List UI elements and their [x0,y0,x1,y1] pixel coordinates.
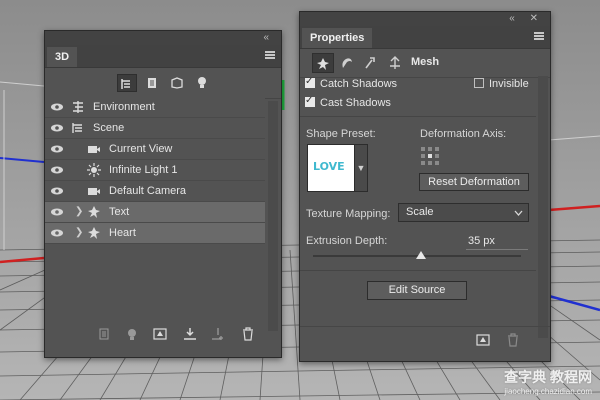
cast-shadows-checkbox[interactable]: Cast Shadows [305,93,391,111]
section-title-mesh: Mesh [411,56,440,68]
panel-menu-icon[interactable] [265,51,275,59]
panel-titlebar[interactable]: « [45,31,281,45]
shape-preset-dropdown[interactable]: ▼ [354,144,368,192]
deformation-axis-grid[interactable] [421,147,441,167]
chevron-down-icon: ▼ [356,163,366,173]
layer-row-environment[interactable]: Environment [45,97,265,118]
panel-tab-row: Properties [300,26,550,49]
camera-icon [88,146,100,153]
expand-chevron-icon[interactable]: ❯ [75,223,83,243]
layer-list-scrollbar[interactable] [268,101,278,331]
extrusion-depth-input[interactable]: 35 px [466,233,528,250]
mesh-icon[interactable] [97,327,111,341]
trash-icon[interactable] [506,333,520,347]
collapse-close-icons[interactable]: « ✕ [509,13,544,24]
cast-shadows-label: Cast Shadows [320,97,391,109]
layer-label: Environment [93,101,155,113]
layer-label: Scene [93,122,125,134]
divider [300,270,536,271]
catch-shadows-checkbox[interactable]: Catch Shadows [305,74,398,92]
watermark-line1: 查字典 教程网 [504,369,592,385]
materials-filter-icon[interactable] [167,74,187,92]
meshes-filter-icon[interactable] [142,74,162,92]
layer-row-scene[interactable]: Scene [45,118,265,139]
add-light-icon[interactable] [125,327,139,341]
visibility-eye-icon[interactable] [51,208,63,216]
watermark-logo: 查字典 教程网 jiaocheng.chazidian.com [504,367,592,396]
layer-label: Infinite Light 1 [109,164,178,176]
shape-preset-label: Shape Preset: [306,128,376,140]
visibility-eye-icon[interactable] [51,166,63,174]
visibility-eye-icon[interactable] [51,103,63,111]
layer-label: Current View [109,143,173,155]
drop-to-ground-icon[interactable] [183,327,197,341]
deform-mode-icon[interactable] [336,53,358,73]
extrusion-depth-value: 35 px [468,235,495,247]
whole-scene-filter-icon[interactable] [117,74,137,92]
render-icon[interactable] [476,333,490,347]
panel-menu-icon[interactable] [534,32,544,40]
mesh-icon [88,227,100,239]
mesh-icon [88,206,100,218]
cap-mode-icon[interactable] [360,53,382,73]
render-icon[interactable] [153,327,167,341]
layer-label: Default Camera [109,185,187,197]
mesh-mode-icon[interactable] [312,53,334,73]
watermark-line2: jiaocheng.chazidian.com [504,387,592,396]
properties-scrollbar[interactable] [538,76,548,338]
properties-mode-row: Mesh [300,49,550,78]
visibility-eye-icon[interactable] [51,124,63,132]
layer-row-heart[interactable]: ❯ Heart [45,223,265,244]
layer-row-current-view[interactable]: Current View [45,139,265,160]
environment-icon [73,101,83,113]
invisible-checkbox[interactable]: Invisible [474,76,529,92]
tab-properties[interactable]: Properties [302,28,373,48]
trash-icon[interactable] [241,327,255,341]
layer-list: Environment Scene Current View Infinite … [45,97,265,244]
panel-tab-row: 3D [45,45,281,68]
collapse-close-icons[interactable]: « [263,32,275,43]
reset-deformation-button[interactable]: Reset Deformation [419,173,529,191]
lights-filter-icon[interactable] [192,74,212,92]
layer-label: Heart [109,227,136,239]
slider-thumb[interactable] [416,251,427,259]
chevron-down-icon [514,210,523,216]
texture-mapping-label: Texture Mapping: [306,208,391,220]
visibility-eye-icon[interactable] [51,145,63,153]
3d-panel-footer [45,323,281,347]
tab-3d[interactable]: 3D [47,47,78,67]
properties-panel: « ✕ Properties Mesh Catch Shadows Invisi… [299,11,551,362]
panel-titlebar[interactable]: « ✕ [300,12,550,26]
3d-panel: « 3D Environment Scene Current View Infi… [44,30,282,358]
shape-preset-thumbnail[interactable]: LOVE [307,144,355,192]
coordinates-mode-icon[interactable] [384,53,406,73]
visibility-eye-icon[interactable] [51,187,63,195]
layer-row-infinite-light[interactable]: Infinite Light 1 [45,160,265,181]
visibility-eye-icon[interactable] [51,229,63,237]
texture-mapping-select[interactable]: Scale [398,203,529,222]
filter-bar [45,68,281,99]
edit-source-button[interactable]: Edit Source [367,281,467,300]
scene-icon [72,123,82,133]
divider [300,116,536,117]
layer-row-default-camera[interactable]: Default Camera [45,181,265,202]
new-object-icon[interactable] [211,327,225,341]
layer-row-text[interactable]: ❯ Text [45,202,265,223]
preset-thumb-text: LOVE [313,160,345,173]
light-icon [87,163,101,177]
invisible-label: Invisible [489,78,529,90]
expand-chevron-icon[interactable]: ❯ [75,202,83,222]
deformation-axis-label: Deformation Axis: [420,128,507,140]
checkbox-box[interactable] [474,78,484,89]
extrusion-depth-label: Extrusion Depth: [306,235,388,247]
layer-label: Text [109,206,130,218]
catch-shadows-label: Catch Shadows [320,78,398,90]
camera-icon [88,188,100,195]
properties-footer [300,326,550,351]
texture-mapping-value: Scale [406,206,434,218]
checkbox-box[interactable] [305,74,315,90]
checkbox-box[interactable] [305,93,315,109]
